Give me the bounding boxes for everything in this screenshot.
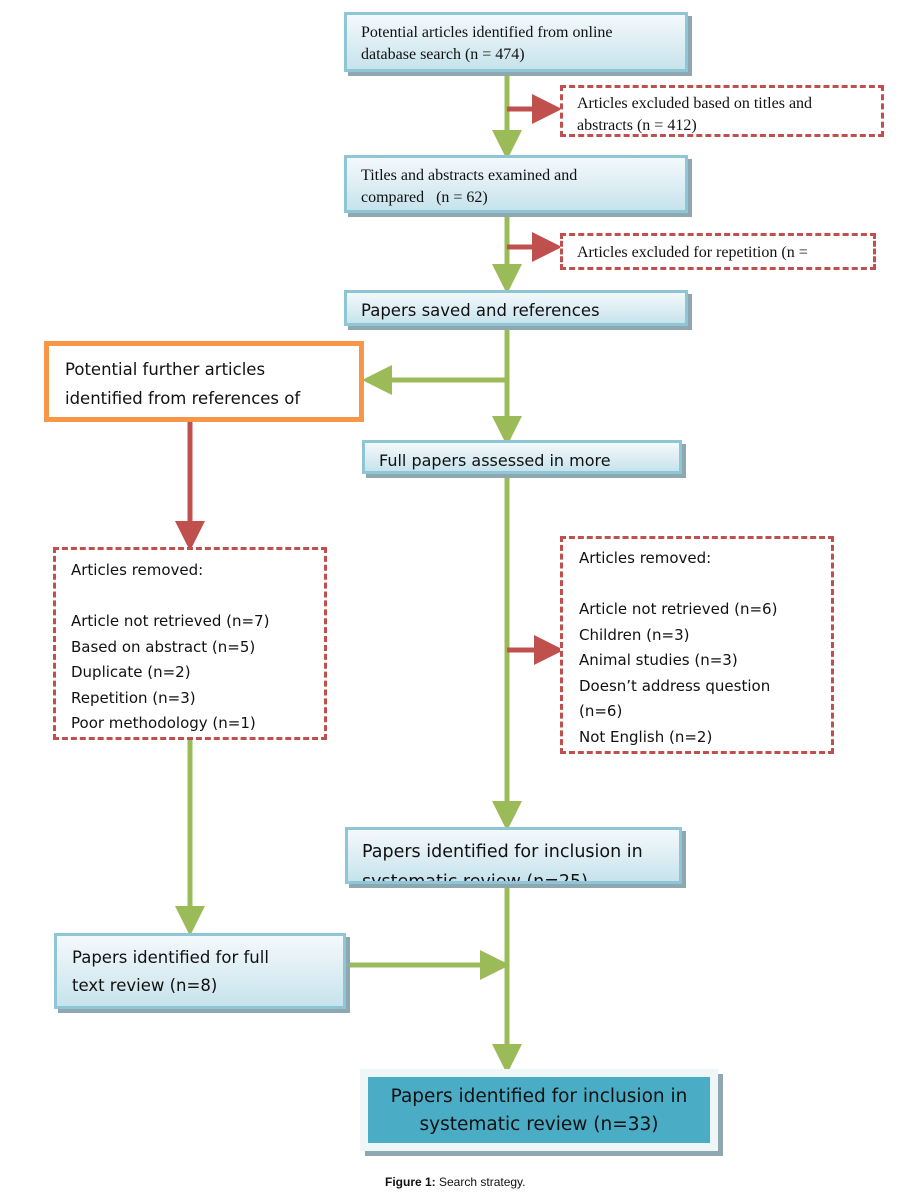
node-text: Potential further articles — [65, 360, 266, 379]
node-removed-right: Articles removed: Article not retrieved … — [560, 536, 834, 754]
node-text: systematic review (n=25) — [362, 872, 589, 884]
node-identified: Potential articles identified from onlin… — [344, 12, 688, 72]
removed-item: Doesn’t address question — [579, 676, 771, 695]
node-saved: Papers saved and references — [344, 290, 688, 326]
node-further-articles: Potential further articles identified fr… — [44, 341, 364, 422]
removed-item: Children (n=3) — [579, 625, 690, 644]
removed-item: (n=6) — [579, 702, 623, 720]
node-text: abstracts (n = 412) — [577, 117, 697, 134]
removed-item: Repetition (n=3) — [71, 688, 196, 707]
node-included-25: Papers identified for inclusion in syste… — [345, 827, 682, 884]
search-strategy-flowchart: Potential articles identified from onlin… — [0, 0, 901, 1198]
removed-item: Article not retrieved (n=6) — [579, 600, 778, 618]
node-full-assessed: Full papers assessed in more — [362, 440, 682, 474]
node-text: compared (n = 62) — [361, 189, 488, 206]
node-text: Potential articles identified from onlin… — [361, 24, 613, 41]
node-text: Papers identified for full — [72, 948, 269, 967]
node-excluded-repetition: Articles excluded for repetition (n = — [560, 233, 876, 270]
removed-item: Poor methodology (n=1) — [71, 714, 256, 732]
node-text: Full papers assessed in more — [379, 451, 611, 470]
removed-item: Article not retrieved (n=7) — [71, 612, 270, 630]
removed-heading: Articles removed: — [71, 561, 204, 579]
node-text: Papers saved and references — [361, 301, 600, 320]
removed-item: Duplicate (n=2) — [71, 663, 191, 681]
caption-text: Search strategy. — [435, 1175, 526, 1189]
removed-item: Not English (n=2) — [579, 727, 713, 746]
node-text: Papers identified for inclusion in — [362, 842, 643, 862]
removed-heading: Articles removed: — [579, 549, 712, 567]
node-screened: Titles and abstracts examined and compar… — [344, 155, 688, 213]
node-excluded-titles: Articles excluded based on titles and ab… — [560, 85, 884, 137]
node-full-text-8: Papers identified for full text review (… — [54, 933, 346, 1009]
node-final-33: Papers identified for inclusion in syste… — [360, 1069, 718, 1151]
removed-item: Based on abstract (n=5) — [71, 637, 256, 656]
removed-item: Animal studies (n=3) — [579, 651, 738, 669]
node-text: database search (n = 474) — [361, 46, 525, 63]
node-text: Articles excluded based on titles and — [577, 95, 813, 112]
node-text: text review (n=8) — [72, 976, 218, 995]
caption-label: Figure 1: — [385, 1175, 436, 1189]
figure-caption: Figure 1: Search strategy. — [385, 1175, 526, 1189]
node-text: Titles and abstracts examined and — [361, 167, 578, 184]
node-text: Articles excluded for repetition (n = — [577, 244, 808, 261]
node-text: systematic review (n=33) — [419, 1114, 659, 1135]
node-removed-left: Articles removed: Article not retrieved … — [53, 547, 327, 740]
node-text: Papers identified for inclusion in — [390, 1086, 688, 1107]
node-text: identified from references of — [65, 389, 301, 408]
